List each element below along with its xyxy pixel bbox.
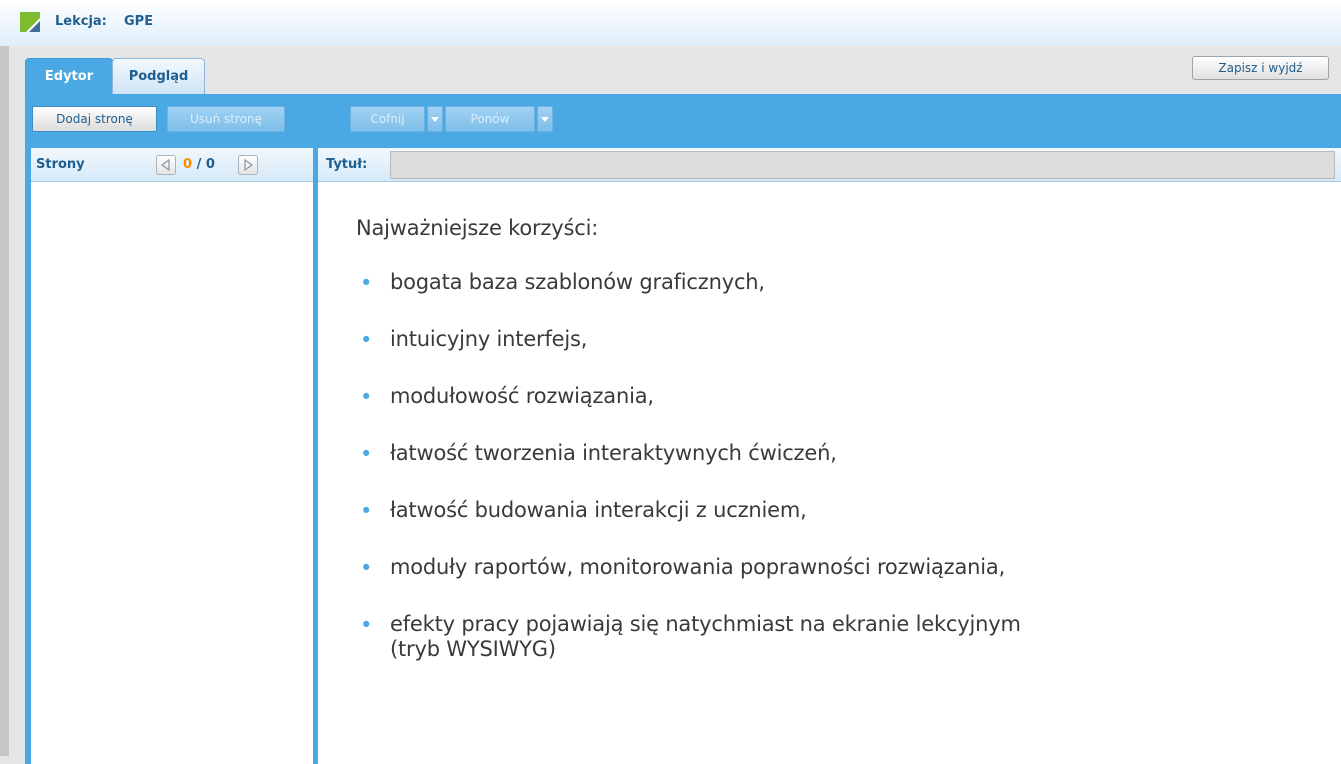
save-and-exit-button[interactable]: Zapisz i wyjdź (1192, 56, 1329, 80)
list-item-text: łatwość tworzenia interaktywnych ćwiczeń… (390, 441, 837, 465)
undo-dropdown[interactable] (427, 106, 443, 132)
pages-panel: Strony 0 / 0 (31, 148, 313, 764)
bullet-icon: • (360, 385, 373, 409)
list-item: • bogata baza szablonów graficznych, (356, 270, 1316, 295)
editor-frame: Dodaj stronę Usuń stronę Cofnij Ponów St… (25, 94, 1341, 764)
triangle-right-icon (244, 159, 254, 171)
bullet-icon: • (360, 328, 373, 352)
lesson-name: GPE (124, 14, 154, 29)
lesson-logo-icon (20, 12, 40, 32)
bullet-icon: • (360, 499, 373, 523)
bullet-icon: • (360, 442, 373, 466)
triangle-left-icon (160, 159, 170, 171)
page-content[interactable]: Najważniejsze korzyści: • bogata baza sza… (356, 216, 1316, 694)
chevron-down-icon (541, 116, 549, 122)
tab-editor[interactable]: Edytor (25, 58, 113, 94)
list-item-text: intuicyjny interfejs, (390, 327, 588, 351)
title-field-label: Tytuł: (326, 157, 368, 172)
title-bar: Lekcja: GPE (0, 0, 1341, 46)
editor-title-bar: Tytuł: (318, 148, 1341, 182)
current-page: 0 (183, 157, 193, 172)
bullet-icon: • (360, 613, 373, 637)
chevron-down-icon (431, 116, 439, 122)
list-item: • łatwość budowania interakcji z uczniem, (356, 498, 1316, 523)
list-item-text: efekty pracy pojawiają się natychmiast n… (390, 612, 1021, 661)
list-item: • łatwość tworzenia interaktywnych ćwicze… (356, 441, 1316, 466)
page-separator: / (192, 157, 206, 172)
redo-dropdown[interactable] (537, 106, 553, 132)
lesson-label: Lekcja: (55, 14, 107, 29)
total-pages: 0 (205, 157, 215, 172)
editor-panel: Tytuł: Najważniejsze korzyści: • bogata b… (318, 148, 1341, 764)
add-page-button[interactable]: Dodaj stronę (32, 106, 157, 132)
list-item-text: bogata baza szablonów graficznych, (390, 270, 765, 294)
workspace: Edytor Podgląd Zapisz i wyjdź Dodaj stro… (0, 46, 1341, 764)
list-item: • intuicyjny interfejs, (356, 327, 1316, 352)
list-item-text: modułowość rozwiązania, (390, 384, 654, 408)
page-counter: 0 / 0 (183, 157, 215, 172)
list-item: • moduły raportów, monitorowania poprawno… (356, 555, 1316, 580)
prev-page-button[interactable] (156, 155, 176, 175)
next-page-button[interactable] (238, 155, 258, 175)
content-heading: Najważniejsze korzyści: (356, 216, 599, 240)
bullet-icon: • (360, 271, 373, 295)
undo-button[interactable]: Cofnij (350, 106, 425, 132)
benefits-list: • bogata baza szablonów graficznych, • int… (356, 270, 1316, 662)
redo-button[interactable]: Ponów (445, 106, 535, 132)
pages-label: Strony (36, 157, 85, 172)
tab-preview[interactable]: Podgląd (112, 58, 205, 94)
bullet-icon: • (360, 556, 373, 580)
list-item-text: moduły raportów, monitorowania poprawnoś… (390, 555, 1006, 579)
remove-page-button[interactable]: Usuń stronę (167, 106, 285, 132)
title-input[interactable] (390, 151, 1335, 179)
list-item-text: łatwość budowania interakcji z uczniem, (390, 498, 807, 522)
pages-list[interactable] (31, 183, 313, 764)
pages-panel-header: Strony 0 / 0 (31, 148, 313, 182)
list-item: • modułowość rozwiązania, (356, 384, 1316, 409)
list-item: • efekty pracy pojawiają się natychmiast … (356, 612, 1076, 662)
